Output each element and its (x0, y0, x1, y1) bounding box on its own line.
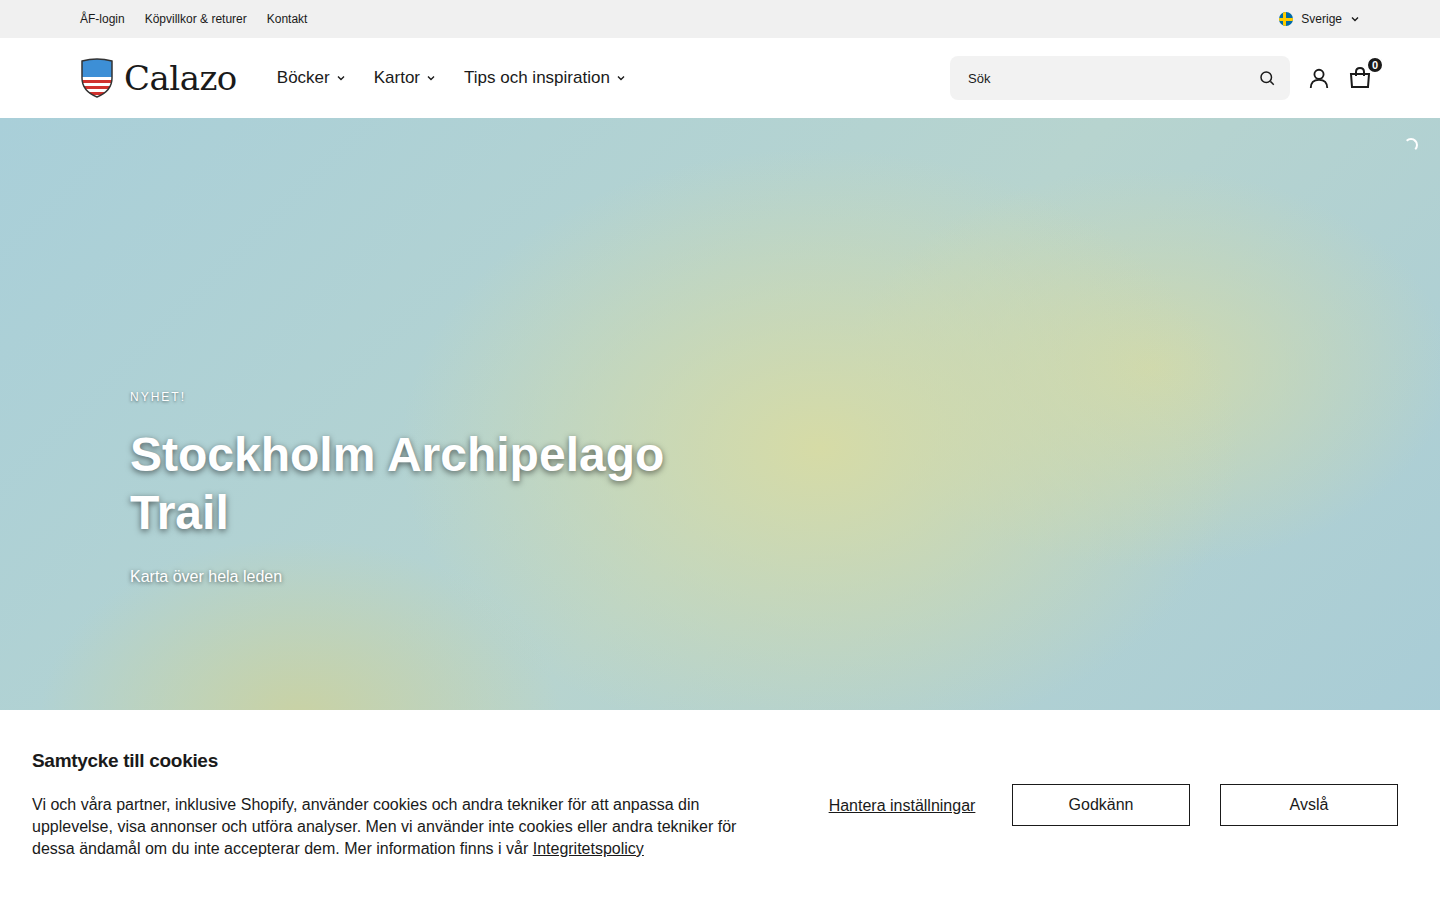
privacy-link[interactable]: Integritetspolicy (533, 840, 644, 857)
shield-logo-icon (80, 58, 114, 98)
header: Calazo Böcker Kartor Tips och inspiration 0 (0, 38, 1440, 118)
user-icon (1308, 67, 1330, 89)
search-icon[interactable] (1258, 69, 1276, 87)
nav-item[interactable]: Böcker (277, 68, 346, 88)
search-field (950, 56, 1290, 100)
chevron-down-icon (426, 73, 436, 83)
cookie-banner: Samtycke till cookies Vi och våra partner… (0, 710, 1440, 900)
top-links: ÅF-login Köpvillkor & returer Kontakt (80, 12, 307, 26)
cookie-button[interactable]: Avslå (1220, 784, 1398, 826)
top-link[interactable]: Köpvillkor & returer (145, 12, 247, 26)
cookie-body: Vi och våra partner, inklusive Shopify, … (32, 794, 772, 860)
sweden-flag-icon (1279, 12, 1293, 26)
cookie-button[interactable]: Hantera inställningar (822, 795, 982, 816)
cart-count-badge: 0 (1366, 56, 1384, 74)
loading-spinner-icon (1404, 138, 1418, 152)
main-nav: Böcker Kartor Tips och inspiration (277, 68, 626, 88)
page: ÅF-login Köpvillkor & returer Kontakt Sveri… (0, 0, 1440, 900)
cookie-button[interactable]: Godkänn (1012, 784, 1190, 826)
chevron-down-icon (1350, 14, 1360, 24)
hero-title: Stockholm Archipelago Trail (130, 426, 690, 542)
cookie-text: Samtycke till cookies Vi och våra partner… (32, 750, 772, 860)
top-bar: ÅF-login Köpvillkor & returer Kontakt Sveri… (0, 0, 1440, 38)
chevron-down-icon (336, 73, 346, 83)
cart-button[interactable]: 0 (1348, 66, 1372, 90)
nav-item[interactable]: Kartor (374, 68, 436, 88)
top-link[interactable]: ÅF-login (80, 12, 125, 26)
chevron-down-icon (616, 73, 626, 83)
logo[interactable]: Calazo (80, 58, 237, 98)
cookie-title: Samtycke till cookies (32, 750, 772, 772)
hero-eyebrow: NYHET! (130, 390, 1440, 404)
hero-subtitle: Karta över hela leden (130, 568, 1440, 586)
nav-item[interactable]: Tips och inspiration (464, 68, 626, 88)
cookie-buttons: Hantera inställningar Godkänn Avslå (812, 784, 1398, 826)
top-link[interactable]: Kontakt (267, 12, 308, 26)
country-selector[interactable]: Sverige (1279, 12, 1360, 26)
search-input[interactable] (966, 70, 1258, 87)
account-button[interactable] (1308, 67, 1330, 89)
